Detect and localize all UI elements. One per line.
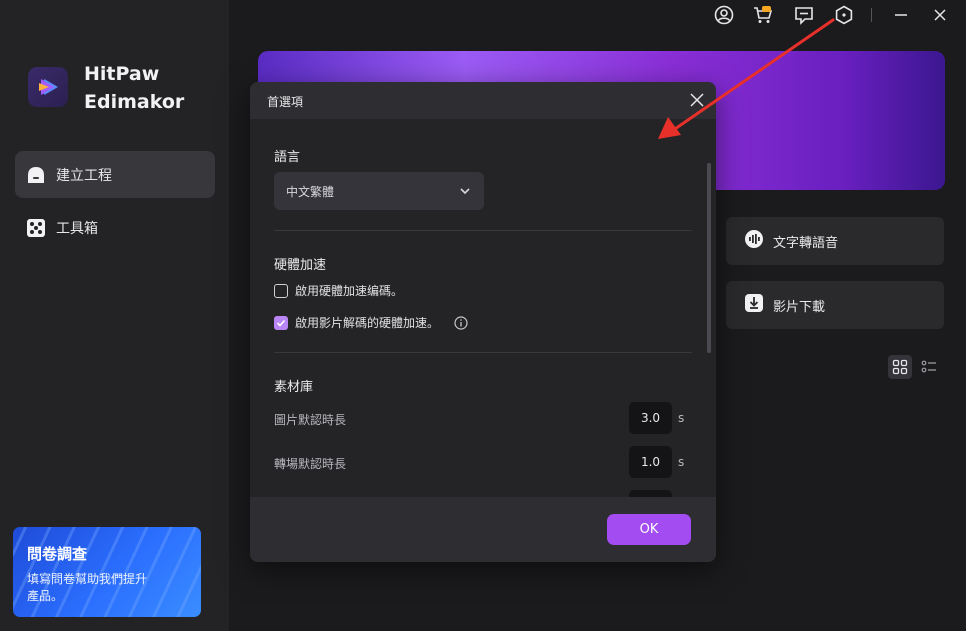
survey-title: 問卷調查 bbox=[27, 545, 88, 563]
hw-encode-checkbox[interactable] bbox=[274, 283, 288, 298]
sidebar-item-label: 建立工程 bbox=[56, 167, 112, 184]
dialog-title: 首選項 bbox=[267, 95, 304, 109]
hw-encode-label: 啟用硬體加速编碼。 bbox=[295, 284, 404, 298]
grid-view-icon bbox=[892, 359, 908, 375]
transition-duration-unit: s bbox=[678, 455, 685, 469]
video-download-card[interactable]: 影片下載 bbox=[726, 281, 944, 329]
survey-banner[interactable]: 問卷調查 填寫問卷幫助我們提升產品。 bbox=[13, 527, 201, 617]
home-icon bbox=[26, 165, 46, 185]
dice-icon bbox=[26, 218, 46, 238]
account-icon[interactable] bbox=[713, 4, 735, 26]
section-divider bbox=[274, 230, 692, 231]
app-name: HitPaw Edimakor bbox=[84, 60, 184, 116]
sidebar-item-toolbox[interactable]: 工具箱 bbox=[15, 204, 215, 251]
close-icon bbox=[690, 93, 704, 107]
tts-icon bbox=[744, 229, 764, 253]
app-logo bbox=[28, 67, 68, 107]
dialog-body: 語言 中文繁體 硬體加速 啟用硬體加速编碼。 啟用影片解碼的硬體加速。 素材庫 … bbox=[250, 119, 716, 497]
feedback-icon[interactable] bbox=[793, 4, 815, 26]
preferences-dialog: 首選項 語言 中文繁體 硬體加速 啟用硬體加速编碼。 啟用影片解碼的硬體加速。 … bbox=[250, 82, 716, 562]
dialog-scrollbar[interactable] bbox=[707, 163, 711, 353]
sidebar-item-label: 工具箱 bbox=[56, 220, 98, 237]
hw-decode-checkbox[interactable] bbox=[274, 315, 288, 330]
section-divider bbox=[274, 352, 692, 353]
chevron-down-icon bbox=[460, 188, 470, 195]
image-duration-input[interactable]: 3.0 bbox=[629, 402, 672, 434]
download-icon bbox=[744, 293, 764, 317]
dialog-close-button[interactable] bbox=[688, 91, 706, 109]
grid-view-button[interactable] bbox=[888, 355, 912, 379]
cart-icon[interactable] bbox=[752, 4, 774, 26]
language-select-value: 中文繁體 bbox=[286, 184, 335, 199]
dialog-footer: OK bbox=[250, 497, 716, 562]
card-label: 文字轉語音 bbox=[773, 235, 839, 251]
close-icon[interactable] bbox=[929, 4, 951, 26]
checkmark-icon bbox=[276, 319, 286, 327]
language-select[interactable]: 中文繁體 bbox=[274, 172, 484, 210]
settings-icon[interactable] bbox=[833, 4, 855, 26]
transition-duration-label: 轉場默認時長 bbox=[274, 457, 347, 471]
survey-description: 填寫問卷幫助我們提升產品。 bbox=[27, 572, 148, 603]
list-view-button[interactable] bbox=[917, 355, 941, 379]
card-label: 影片下載 bbox=[773, 299, 826, 315]
hw-decode-option[interactable]: 啟用影片解碼的硬體加速。 bbox=[274, 314, 468, 331]
info-icon[interactable] bbox=[454, 315, 468, 330]
language-section-title: 語言 bbox=[274, 150, 301, 165]
image-duration-label: 圖片默認時長 bbox=[274, 413, 347, 427]
minimize-icon[interactable] bbox=[890, 4, 912, 26]
next-duration-input[interactable] bbox=[629, 490, 672, 497]
logo-icon bbox=[39, 79, 58, 95]
ok-button[interactable]: OK bbox=[607, 514, 691, 545]
list-view-icon bbox=[921, 360, 936, 373]
sidebar-item-create-project[interactable]: 建立工程 bbox=[15, 151, 215, 198]
hw-encode-option[interactable]: 啟用硬體加速编碼。 bbox=[274, 282, 403, 299]
hw-decode-label: 啟用影片解碼的硬體加速。 bbox=[295, 316, 440, 330]
app-name-line2: Edimakor bbox=[84, 91, 185, 113]
sidebar: HitPaw Edimakor 建立工程 工具箱 問卷調查 填寫問卷幫助我們提升… bbox=[0, 0, 229, 631]
library-section-title: 素材庫 bbox=[274, 380, 314, 395]
transition-duration-input[interactable]: 1.0 bbox=[629, 446, 672, 478]
image-duration-unit: s bbox=[678, 411, 685, 425]
text-to-speech-card[interactable]: 文字轉語音 bbox=[726, 217, 944, 265]
dialog-header: 首選項 bbox=[250, 82, 716, 119]
hardware-section-title: 硬體加速 bbox=[274, 258, 327, 273]
app-name-line1: HitPaw bbox=[84, 63, 160, 85]
topbar-separator bbox=[871, 8, 872, 22]
